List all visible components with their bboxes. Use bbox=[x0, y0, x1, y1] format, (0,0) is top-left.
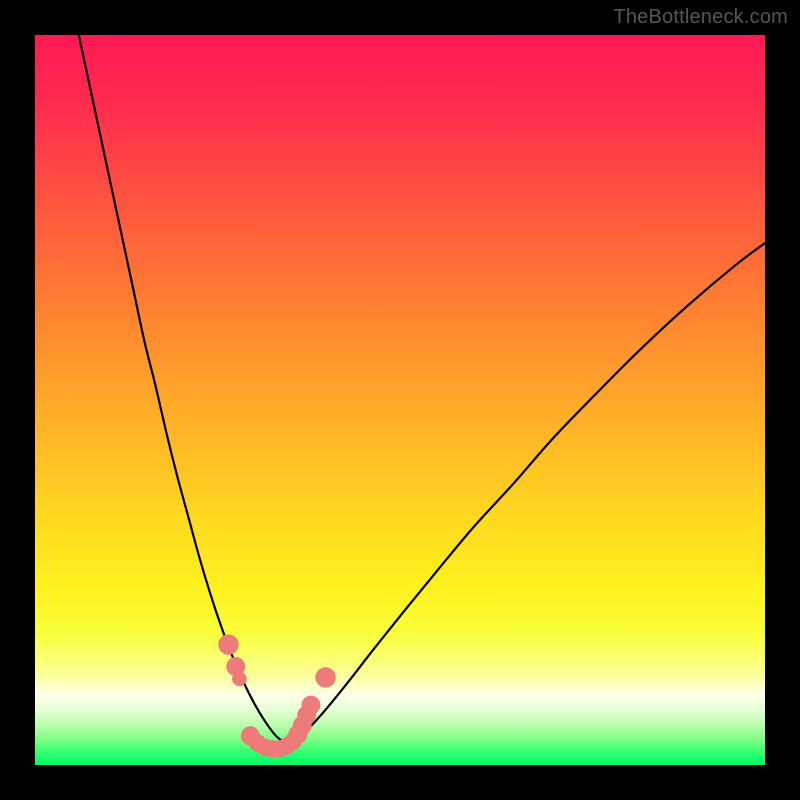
curve-left-branch bbox=[79, 35, 287, 745]
watermark-text: TheBottleneck.com bbox=[613, 6, 788, 29]
data-markers bbox=[218, 634, 336, 757]
chart-frame: TheBottleneck.com bbox=[0, 0, 800, 800]
plot-area bbox=[35, 35, 765, 765]
data-marker bbox=[301, 696, 320, 715]
data-marker bbox=[232, 672, 247, 687]
data-marker bbox=[218, 634, 238, 654]
data-marker bbox=[315, 667, 335, 687]
curve-right-branch bbox=[287, 243, 765, 745]
curve-layer bbox=[35, 35, 765, 765]
